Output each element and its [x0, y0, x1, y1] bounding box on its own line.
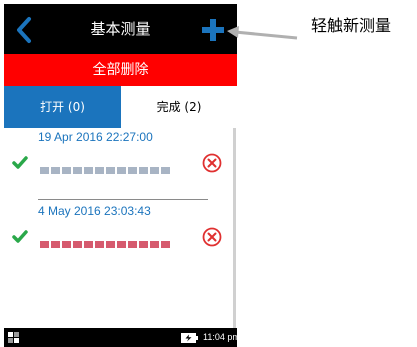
swatch — [106, 241, 115, 248]
swatch — [128, 241, 137, 248]
list-item[interactable]: 19 Apr 2016 22:27:00 — [4, 128, 232, 200]
swatch — [40, 241, 49, 248]
swatch — [139, 241, 148, 248]
scrollbar[interactable] — [233, 128, 236, 328]
swatch — [62, 241, 71, 248]
swatch — [106, 167, 115, 174]
delete-all-button[interactable]: 全部删除 — [4, 54, 237, 86]
delete-circle-icon[interactable] — [202, 153, 222, 173]
swatch — [95, 241, 104, 248]
swatch — [139, 167, 148, 174]
app-logo-icon — [8, 332, 19, 343]
device-screen: 基本测量 全部删除 打开 (0) 完成 (2) 19 Apr 2016 22:2… — [4, 4, 237, 347]
swatch — [161, 241, 170, 248]
swatch — [150, 167, 159, 174]
swatch — [117, 241, 126, 248]
swatch — [128, 167, 137, 174]
measurement-timestamp: 4 May 2016 23:03:43 — [38, 204, 151, 218]
swatch — [150, 241, 159, 248]
swatch — [73, 241, 82, 248]
tab-bar: 打开 (0) 完成 (2) — [4, 86, 237, 128]
callout-label: 轻触新测量 — [311, 16, 392, 35]
swatch — [95, 167, 104, 174]
tab-open[interactable]: 打开 (0) — [4, 86, 121, 128]
swatch — [117, 167, 126, 174]
swatch — [161, 167, 170, 174]
swatch — [51, 241, 60, 248]
measurement-timestamp: 19 Apr 2016 22:27:00 — [38, 130, 153, 144]
add-measurement-button[interactable] — [200, 17, 226, 43]
swatch — [73, 167, 82, 174]
battery-charging-icon — [181, 333, 198, 343]
swatch — [84, 241, 93, 248]
delete-circle-icon[interactable] — [202, 227, 222, 247]
top-bar: 基本测量 — [4, 4, 237, 54]
swatch — [84, 167, 93, 174]
callout-arrow-icon — [227, 26, 298, 40]
status-time: 11:04 pm — [203, 332, 237, 342]
check-icon — [12, 156, 28, 169]
swatch — [62, 167, 71, 174]
divider — [38, 199, 208, 200]
swatch — [40, 167, 49, 174]
list-item[interactable]: 4 May 2016 23:03:43 — [4, 202, 232, 266]
swatch — [51, 167, 60, 174]
measurement-list: 19 Apr 2016 22:27:00 4 May 2016 23:03:43 — [4, 128, 237, 328]
tab-completed[interactable]: 完成 (2) — [121, 86, 237, 128]
status-bar: 11:04 pm — [4, 328, 237, 347]
check-icon — [12, 230, 28, 243]
